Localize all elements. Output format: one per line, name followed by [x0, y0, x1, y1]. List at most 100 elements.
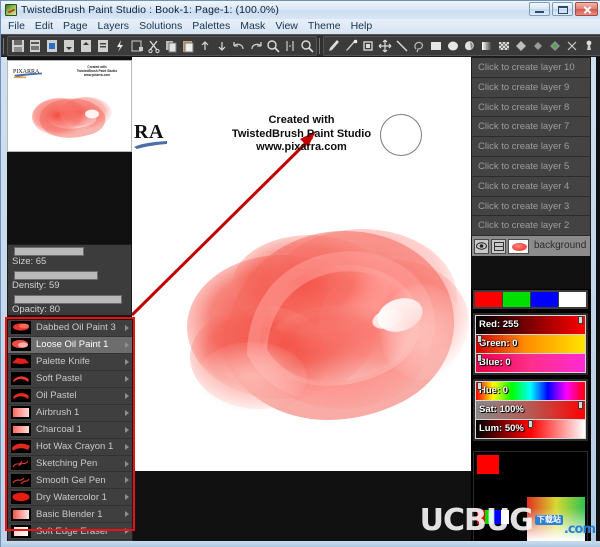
- setting-size[interactable]: Size: 65: [8, 245, 131, 269]
- lasso-icon[interactable]: [410, 37, 427, 54]
- rectangle-icon[interactable]: [427, 37, 444, 54]
- brush-list-item[interactable]: Oil Pastel: [8, 388, 132, 405]
- chevron-right-icon[interactable]: [125, 410, 129, 416]
- brush-icon[interactable]: [325, 37, 342, 54]
- brush-list-item[interactable]: Dabbed Oil Paint 3: [8, 320, 132, 337]
- chevron-right-icon[interactable]: [125, 393, 129, 399]
- color-swatch[interactable]: [559, 292, 586, 307]
- opacity-slider-track[interactable]: [14, 295, 122, 304]
- pattern-icon[interactable]: [495, 37, 512, 54]
- lightning-icon[interactable]: [111, 37, 128, 54]
- fill-icon[interactable]: [461, 37, 478, 54]
- color-swatch-strip[interactable]: [473, 290, 588, 309]
- flip-icon[interactable]: [281, 37, 298, 54]
- brush-list-item[interactable]: Hot Wax Crayon 1: [8, 439, 132, 456]
- ellipse-icon[interactable]: [444, 37, 461, 54]
- green-slider[interactable]: Green: 0: [476, 335, 585, 353]
- copy-icon[interactable]: [162, 37, 179, 54]
- layer-placeholder-row[interactable]: Click to create layer 2: [472, 216, 590, 236]
- brush-list[interactable]: Dabbed Oil Paint 3Loose Oil Paint 1Palet…: [7, 319, 133, 547]
- noise-icon[interactable]: [546, 37, 563, 54]
- open-page-icon[interactable]: [43, 37, 60, 54]
- menu-view[interactable]: View: [275, 19, 304, 34]
- move-icon[interactable]: [376, 37, 393, 54]
- chevron-right-icon[interactable]: [125, 477, 129, 483]
- transform-down-icon[interactable]: [213, 37, 230, 54]
- color-swatch[interactable]: [475, 292, 503, 307]
- stamp-icon[interactable]: [580, 37, 597, 54]
- layer-placeholder-row[interactable]: Click to create layer 10: [472, 58, 590, 78]
- import-page-icon[interactable]: [60, 37, 77, 54]
- menu-theme[interactable]: Theme: [308, 19, 347, 34]
- red-slider[interactable]: Red: 255: [476, 316, 585, 334]
- brush-list-item[interactable]: Soft Edge Eraser: [8, 523, 132, 540]
- resize-icon[interactable]: [128, 37, 145, 54]
- color-swatch[interactable]: [503, 292, 531, 307]
- line-icon[interactable]: [393, 37, 410, 54]
- menu-page[interactable]: Page: [63, 19, 94, 34]
- scissors-icon[interactable]: [563, 37, 580, 54]
- cut-icon[interactable]: [145, 37, 162, 54]
- canvas-area[interactable]: RA Created with TwistedBrush Paint Studi…: [132, 57, 471, 471]
- lum-slider[interactable]: Lum: 50%: [476, 420, 585, 438]
- save-icon[interactable]: [9, 37, 26, 54]
- sat-knob[interactable]: [578, 401, 583, 409]
- current-color-swatch[interactable]: [477, 455, 499, 474]
- chevron-right-icon[interactable]: [125, 342, 129, 348]
- eye-icon[interactable]: [474, 239, 489, 254]
- brush-list-item[interactable]: Palette Knife: [8, 354, 132, 371]
- blue-slider[interactable]: Blue: 0: [476, 354, 585, 372]
- chevron-right-icon[interactable]: [125, 461, 129, 467]
- toolbar-grip-2[interactable]: [319, 38, 320, 54]
- menu-solutions[interactable]: Solutions: [139, 19, 188, 34]
- layer-options-icon[interactable]: [491, 239, 506, 254]
- brush-list-item[interactable]: Smooth Gel Pen: [8, 472, 132, 489]
- chevron-right-icon[interactable]: [125, 325, 129, 331]
- export-page-icon[interactable]: [77, 37, 94, 54]
- setting-opacity[interactable]: Opacity: 80: [8, 293, 131, 317]
- menu-edit[interactable]: Edit: [35, 19, 59, 34]
- lum-knob[interactable]: [528, 420, 533, 428]
- crop-icon[interactable]: [359, 37, 376, 54]
- brush-list-item[interactable]: Sketching Pen: [8, 456, 132, 473]
- minimize-button[interactable]: [529, 2, 550, 16]
- menu-palettes[interactable]: Palettes: [192, 19, 236, 34]
- brush-list-item[interactable]: Dry Watercolor 1: [8, 489, 132, 506]
- red-knob[interactable]: [578, 316, 583, 324]
- maximize-button[interactable]: [552, 2, 573, 16]
- menu-help[interactable]: Help: [351, 19, 379, 34]
- setting-density[interactable]: Density: 59: [8, 269, 131, 293]
- menu-mask[interactable]: Mask: [240, 19, 271, 34]
- layer-placeholder-row[interactable]: Click to create layer 4: [472, 177, 590, 197]
- menu-layers[interactable]: Layers: [98, 19, 136, 34]
- brush-list-item[interactable]: Basic Blender 1: [8, 506, 132, 523]
- brush-list-item[interactable]: Charcoal 1: [8, 422, 132, 439]
- chevron-right-icon[interactable]: [125, 444, 129, 450]
- chevron-right-icon[interactable]: [125, 359, 129, 365]
- redo-icon[interactable]: [247, 37, 264, 54]
- color-swatch[interactable]: [531, 292, 559, 307]
- toolbar-grip[interactable]: [3, 38, 4, 54]
- chevron-right-icon[interactable]: [125, 528, 129, 534]
- chevron-right-icon[interactable]: [125, 427, 129, 433]
- zoom-in-icon[interactable]: [264, 37, 281, 54]
- sat-slider[interactable]: Sat: 100%: [476, 401, 585, 419]
- save-page-icon[interactable]: [26, 37, 43, 54]
- hue-knob[interactable]: [477, 382, 482, 390]
- eyedropper-icon[interactable]: [342, 37, 359, 54]
- page-preview-panel[interactable]: PIXARRA Created with TwistedBrush Paint …: [7, 60, 132, 152]
- gradient-icon[interactable]: [478, 37, 495, 54]
- layer-placeholder-row[interactable]: Click to create layer 7: [472, 117, 590, 137]
- paste-icon[interactable]: [179, 37, 196, 54]
- zoom-out-icon[interactable]: [298, 37, 315, 54]
- green-knob[interactable]: [477, 335, 482, 343]
- transform-up-icon[interactable]: [196, 37, 213, 54]
- chevron-right-icon[interactable]: [125, 511, 129, 517]
- layer-thumbnail[interactable]: [508, 239, 529, 254]
- brush-list-item[interactable]: Soft Pastel: [8, 371, 132, 388]
- layer-placeholder-row[interactable]: Click to create layer 3: [472, 197, 590, 217]
- layer-placeholder-row[interactable]: Click to create layer 8: [472, 98, 590, 118]
- density-slider-track[interactable]: [14, 271, 98, 280]
- layers-panel[interactable]: Click to create layer 10 Click to create …: [471, 57, 591, 238]
- menu-file[interactable]: File: [8, 19, 31, 34]
